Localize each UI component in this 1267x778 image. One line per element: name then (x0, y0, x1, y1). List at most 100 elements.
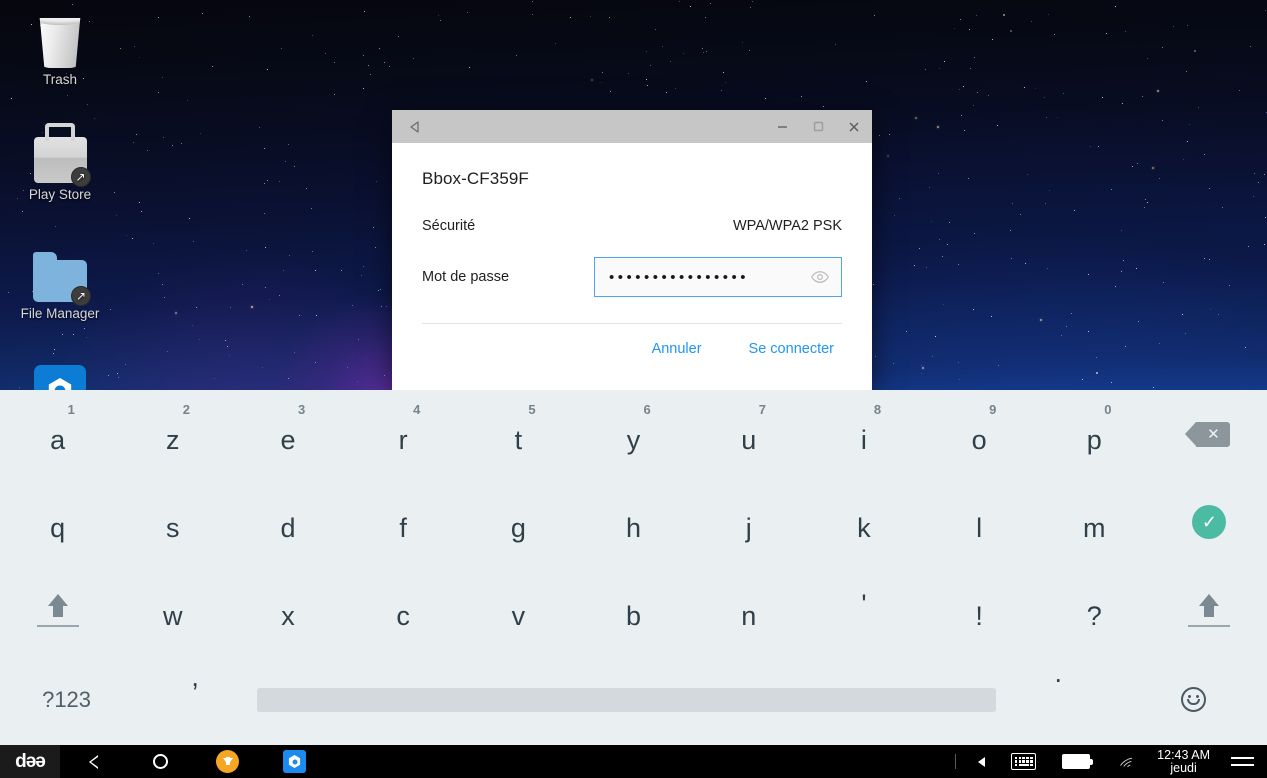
key-o[interactable]: 9o (922, 390, 1037, 478)
period-key[interactable]: . (996, 654, 1120, 745)
collapse-button[interactable] (965, 745, 998, 778)
key-t[interactable]: 5t (461, 390, 576, 478)
trash-icon (0, 6, 120, 68)
key-s[interactable]: s (115, 478, 230, 566)
eye-icon[interactable] (811, 268, 829, 286)
key-q[interactable]: q (0, 478, 115, 566)
comma-key[interactable]: , (133, 654, 257, 745)
symbols-key[interactable]: ?123 (0, 654, 133, 745)
back-button[interactable] (60, 745, 127, 778)
key-label: d (280, 512, 296, 543)
network-ssid: Bbox-CF359F (422, 169, 529, 188)
key-d[interactable]: d (230, 478, 345, 566)
key-label: q (50, 512, 66, 543)
close-button[interactable] (836, 110, 872, 143)
desktop-icon-file-manager[interactable]: ↗ File Manager (0, 240, 120, 321)
key-number-hint: 6 (643, 402, 651, 417)
settings-button[interactable] (261, 745, 328, 778)
minimize-button[interactable] (764, 110, 800, 143)
keyboard-row-3: w x c v b n '!? (0, 566, 1267, 654)
play-store-icon: ↗ (0, 121, 120, 187)
key-label: ? (1086, 600, 1102, 631)
key-label: a (50, 424, 66, 455)
key-exclamation[interactable]: ! (922, 566, 1037, 654)
key-r[interactable]: 4r (346, 390, 461, 478)
key-apostrophe[interactable]: ' (806, 566, 921, 654)
key-label: b (626, 600, 642, 631)
dialog-divider (422, 323, 842, 324)
key-number-hint: 5 (528, 402, 536, 417)
key-label: f (399, 512, 407, 543)
space-key[interactable] (257, 654, 997, 745)
key-label: j (745, 512, 752, 543)
key-p[interactable]: 0p (1037, 390, 1152, 478)
key-h[interactable]: h (576, 478, 691, 566)
wifi-status[interactable] (1103, 745, 1149, 778)
shift-key-left[interactable] (0, 566, 115, 654)
desktop-icon-play-store[interactable]: ↗ Play Store (0, 121, 120, 202)
key-number-hint: 1 (67, 402, 75, 417)
shift-underline (1188, 624, 1231, 627)
dialog-actions: Annuler Se connecter (422, 341, 842, 357)
emoji-key[interactable] (1120, 654, 1267, 745)
key-z[interactable]: 2z (115, 390, 230, 478)
desktop-icon-label: Play Store (28, 187, 92, 202)
key-u[interactable]: 7u (691, 390, 806, 478)
home-button[interactable] (127, 745, 194, 778)
backspace-key[interactable]: ✕ (1152, 390, 1267, 478)
battery-status[interactable] (1049, 745, 1103, 778)
clock-day: jeudi (1170, 760, 1197, 775)
keyboard-row-1: 1 a 2 z 3 e 4 r 5 t 6 y 7 u 8 i 9 o 0 p ✕ (0, 390, 1267, 478)
key-k[interactable]: k (806, 478, 921, 566)
key-v[interactable]: v (461, 566, 576, 654)
key-label: n (741, 600, 757, 631)
key-label: o (971, 424, 987, 455)
back-triangle-icon[interactable] (402, 114, 428, 140)
key-label: g (510, 512, 526, 543)
maximize-button[interactable] (800, 110, 836, 143)
check-icon: ✓ (1192, 505, 1227, 539)
key-label: v (511, 600, 526, 631)
key-question[interactable]: ? (1037, 566, 1152, 654)
connect-button[interactable]: Se connecter (749, 341, 834, 357)
cancel-button[interactable]: Annuler (652, 341, 702, 357)
key-label: u (741, 424, 757, 455)
download-button[interactable] (194, 745, 261, 778)
key-c[interactable]: c (346, 566, 461, 654)
desktop-icon-trash[interactable]: Trash (0, 6, 120, 87)
keyboard-row-2: q s d f g h j k l m ✓ (0, 478, 1267, 566)
key-label: x (281, 600, 295, 631)
settings-icon (0, 355, 120, 390)
key-n[interactable]: n (691, 566, 806, 654)
key-a[interactable]: 1a (0, 390, 115, 478)
key-number-hint: 7 (758, 402, 766, 417)
keyboard-button[interactable] (998, 745, 1049, 778)
key-m[interactable]: m (1037, 478, 1152, 566)
key-g[interactable]: g (461, 478, 576, 566)
shortcut-badge-icon: ↗ (70, 167, 91, 187)
key-l[interactable]: l (922, 478, 1037, 566)
key-label: w (163, 600, 183, 631)
taskbar-nav (60, 745, 328, 778)
clock[interactable]: 12:43 AM jeudi (1149, 748, 1218, 775)
app-launcher-button[interactable]: dǝə (0, 745, 60, 778)
desktop-icon-settings[interactable] (0, 355, 120, 390)
key-f[interactable]: f (346, 478, 461, 566)
key-e[interactable]: 3e (230, 390, 345, 478)
key-w[interactable]: w (115, 566, 230, 654)
key-y[interactable]: 6y (576, 390, 691, 478)
hamburger-menu-icon[interactable] (1218, 745, 1267, 778)
shift-key-right[interactable] (1152, 566, 1267, 654)
key-x[interactable]: x (230, 566, 345, 654)
password-row: Mot de passe •••••••••••••••• (422, 257, 842, 297)
password-input[interactable]: •••••••••••••••• (594, 257, 842, 297)
enter-key[interactable]: ✓ (1152, 478, 1267, 566)
key-label: ! (975, 600, 983, 631)
security-label: Sécurité (422, 218, 476, 234)
key-j[interactable]: j (691, 478, 806, 566)
key-i[interactable]: 8i (806, 390, 921, 478)
key-b[interactable]: b (576, 566, 691, 654)
desktop-icon-label: Trash (42, 72, 77, 87)
key-number-hint: 8 (873, 402, 882, 417)
key-label: m (1083, 512, 1106, 543)
